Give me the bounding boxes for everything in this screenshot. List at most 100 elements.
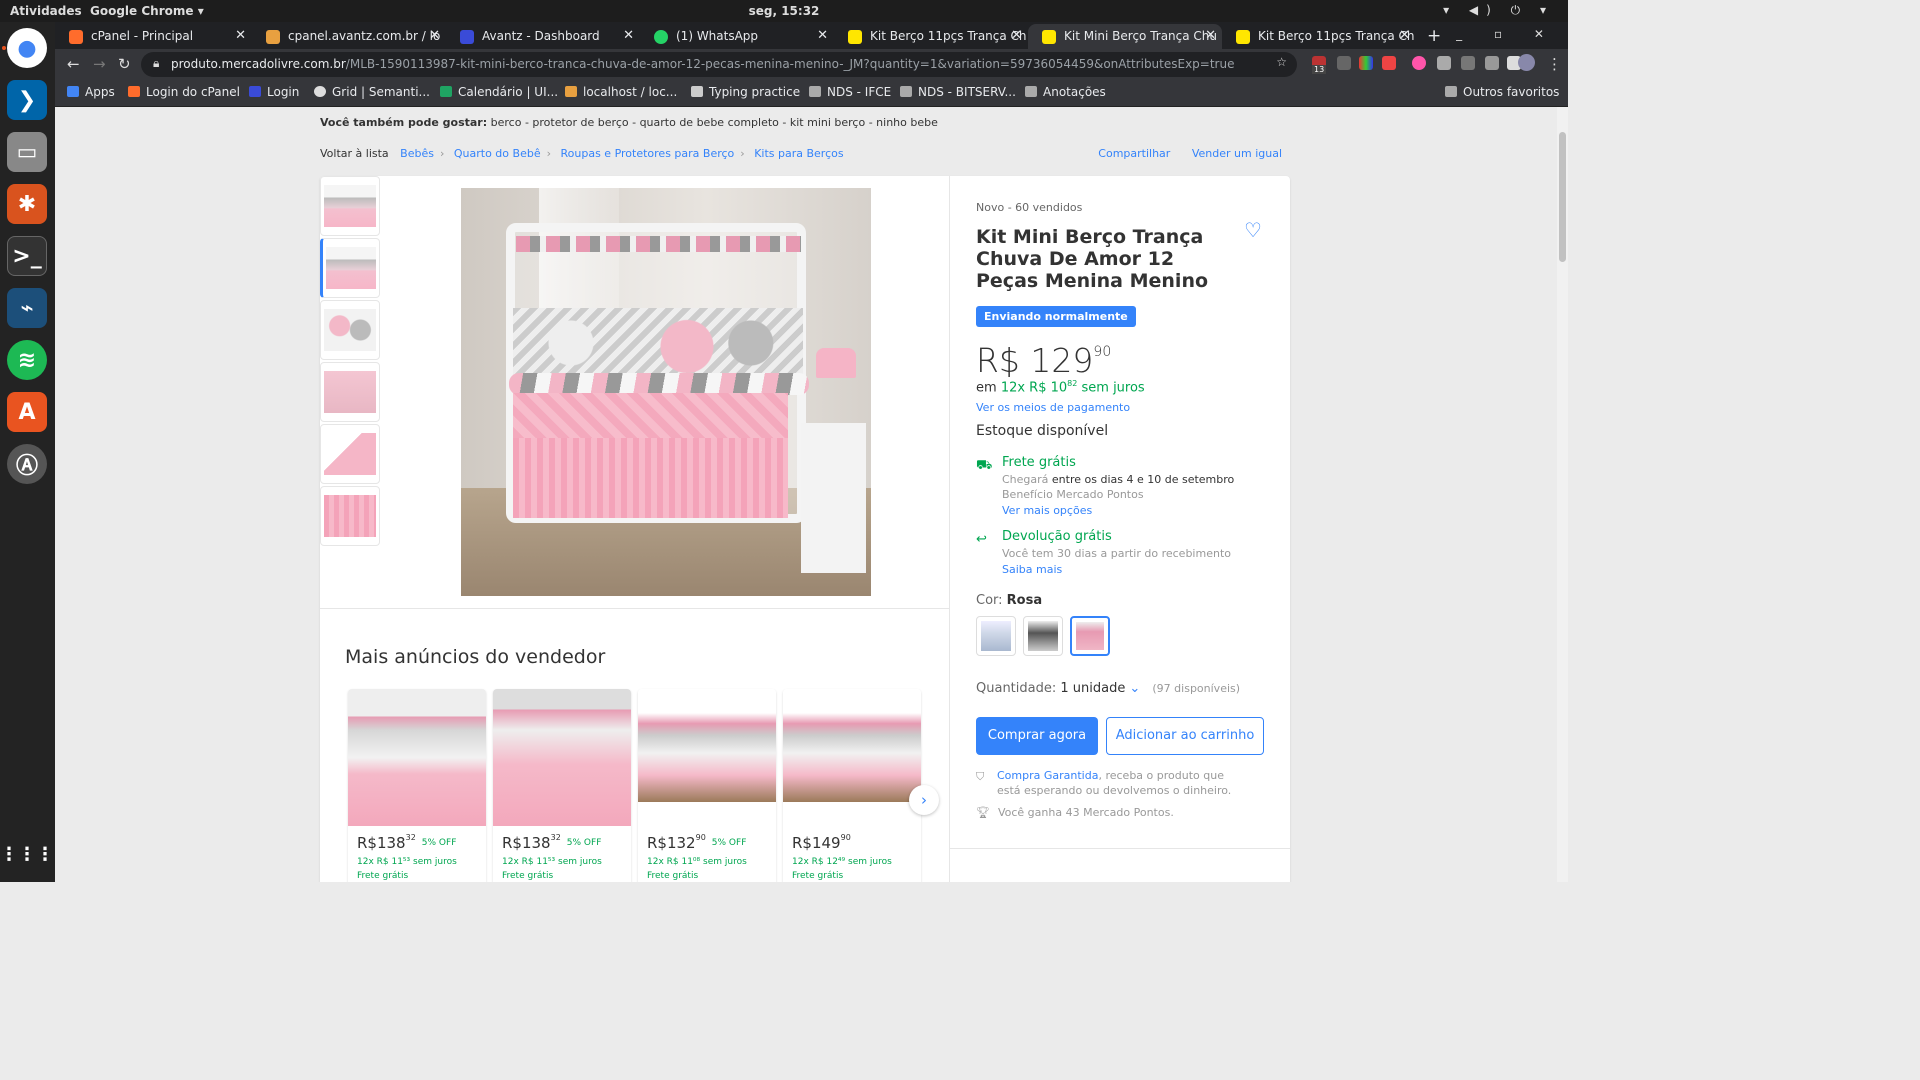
gallery-thumbnail[interactable]: [320, 486, 380, 546]
new-tab-button[interactable]: +: [1419, 24, 1449, 49]
gallery-thumbnail[interactable]: [320, 300, 380, 360]
bookmarks-bar: Apps Login do cPanel Login Grid | Semant…: [55, 80, 1568, 107]
folder-icon: [900, 86, 912, 97]
item-price-cents: 32: [405, 833, 416, 842]
guarantee-link[interactable]: Compra Garantida: [997, 769, 1098, 782]
also-like-links[interactable]: berco - protetor de berço - quarto de be…: [491, 116, 938, 129]
software-center-icon[interactable]: A: [7, 392, 47, 432]
spotify-icon[interactable]: ≋: [7, 340, 47, 380]
tab-mercadolivre-1[interactable]: Kit Berço 11pçs Trança Ch ✕: [834, 24, 1028, 49]
avantz-icon: [460, 30, 474, 44]
color-swatch-pink[interactable]: [1070, 616, 1110, 656]
system-tray[interactable]: ▾ ◀) ⏻ ▾: [1443, 3, 1554, 18]
settings-icon[interactable]: ✱: [7, 184, 47, 224]
seller-item-card[interactable]: R$13832 5% OFF 12x R$ 11⁵³ sem juros Fret…: [493, 689, 631, 882]
forward-icon[interactable]: →: [93, 55, 106, 73]
seller-item-card[interactable]: R$13832 5% OFF 12x R$ 11⁵³ sem juros Fret…: [348, 689, 486, 882]
clock[interactable]: seg, 15:32: [0, 4, 1568, 18]
carousel-next-icon[interactable]: ›: [909, 785, 939, 815]
favorite-heart-icon[interactable]: ♡: [1244, 218, 1262, 242]
avatar[interactable]: [1518, 54, 1535, 71]
color-picker-icon[interactable]: [1359, 56, 1373, 70]
extension-icon[interactable]: [1485, 56, 1499, 70]
color-swatch-blue[interactable]: [976, 616, 1016, 656]
bookmark-calendar[interactable]: Calendário | UI...: [440, 85, 558, 99]
tab-cpanel-avantz[interactable]: cpanel.avantz.com.br / lo ✕: [252, 24, 446, 49]
breadcrumb-item[interactable]: Roupas e Protetores para Berço: [561, 147, 735, 160]
bookmark-semantic[interactable]: Grid | Semanti...: [314, 85, 430, 99]
show-apps-icon[interactable]: ⋮⋮⋮: [0, 834, 54, 874]
menu-icon[interactable]: ⋮: [1547, 55, 1562, 73]
add-to-cart-button[interactable]: Adicionar ao carrinho: [1106, 717, 1264, 755]
bookmark-other[interactable]: Outros favoritos: [1445, 85, 1559, 99]
avantz-icon: [249, 86, 261, 97]
chrome-icon[interactable]: ●: [7, 28, 47, 68]
tab-cpanel[interactable]: cPanel - Principal ✕: [55, 24, 252, 49]
gear-icon[interactable]: [1437, 56, 1451, 70]
files-icon[interactable]: ▭: [7, 132, 47, 172]
scrollbar-thumb[interactable]: [1559, 132, 1566, 262]
address-bar[interactable]: 🔒︎ produto.mercadolivre.com.br/MLB-15901…: [141, 52, 1297, 77]
terminal-icon[interactable]: >_: [7, 236, 47, 276]
item-price-cents: 32: [550, 833, 561, 842]
bookmark-star-icon[interactable]: ☆: [1276, 55, 1287, 69]
quantity-selector[interactable]: Quantidade: 1 unidade ⌄ (97 disponíveis): [976, 681, 1240, 696]
tab-avantz-dashboard[interactable]: Avantz - Dashboard ✕: [446, 24, 640, 49]
close-icon[interactable]: ✕: [1399, 28, 1410, 43]
mysql-workbench-icon[interactable]: ⌁: [7, 288, 47, 328]
extension-icon[interactable]: [1382, 56, 1396, 70]
seller-item-card[interactable]: R$14990 12x R$ 12⁴⁹ sem juros Frete grát…: [783, 689, 921, 882]
close-icon[interactable]: ✕: [235, 28, 246, 43]
breadcrumb-item[interactable]: Kits para Berços: [754, 147, 843, 160]
updater-icon[interactable]: Ⓐ: [7, 444, 47, 484]
tab-mercadolivre-active[interactable]: Kit Mini Berço Trança Chu ✕: [1028, 24, 1222, 49]
bookmark-anotacoes[interactable]: Anotações: [1025, 85, 1106, 99]
return-more-link[interactable]: Saiba mais: [1002, 563, 1062, 576]
tab-mercadolivre-3[interactable]: Kit Berço 11pçs Trança Ch ✕: [1222, 24, 1416, 49]
truck-icon: ⛟: [976, 458, 993, 473]
extension-icon[interactable]: [1412, 56, 1426, 70]
share-link[interactable]: Compartilhar: [1098, 147, 1170, 160]
gallery-thumbnail-selected[interactable]: [320, 238, 380, 298]
breadcrumb-item[interactable]: Bebês: [400, 147, 434, 160]
breadcrumb-item[interactable]: Quarto do Bebê: [454, 147, 541, 160]
chevron-down-icon[interactable]: ⌄: [1129, 681, 1140, 696]
close-icon[interactable]: ✕: [1011, 28, 1022, 43]
vscode-icon[interactable]: ❯: [7, 80, 47, 120]
share-links: Compartilhar Vender um igual: [1098, 147, 1282, 160]
gallery-thumbnail[interactable]: [320, 176, 380, 236]
extension-icon[interactable]: [1337, 56, 1351, 70]
buy-now-button[interactable]: Comprar agora: [976, 717, 1098, 755]
back-icon[interactable]: ←: [67, 55, 80, 73]
gallery-thumbnail[interactable]: [320, 424, 380, 484]
semantic-icon: [314, 86, 326, 97]
close-icon[interactable]: ✕: [1205, 28, 1216, 43]
product-main-image[interactable]: [461, 188, 871, 596]
bookmark-typing[interactable]: Typing practice: [691, 85, 800, 99]
close-icon[interactable]: ✕: [817, 28, 828, 43]
tab-whatsapp[interactable]: (1) WhatsApp ✕: [640, 24, 834, 49]
bookmark-localhost[interactable]: localhost / loc...: [565, 85, 677, 99]
window-controls[interactable]: _ ▫ ✕: [1456, 27, 1558, 41]
also-like-label: Você também pode gostar:: [320, 116, 488, 129]
bookmark-nds-bitserv[interactable]: NDS - BITSERV...: [900, 85, 1016, 99]
back-to-list-link[interactable]: Voltar à lista: [320, 147, 389, 160]
quantity-value[interactable]: 1 unidade: [1060, 681, 1125, 696]
bookmark-login[interactable]: Login: [249, 85, 299, 99]
gallery-thumbnail[interactable]: [320, 362, 380, 422]
shipping-options-link[interactable]: Ver mais opções: [1002, 504, 1092, 517]
bookmark-apps[interactable]: Apps: [67, 85, 115, 99]
payment-methods-link[interactable]: Ver os meios de pagamento: [976, 401, 1130, 414]
item-installments: 12x R$ 11⁵³ sem juros: [357, 857, 457, 867]
color-swatch-gray[interactable]: [1023, 616, 1063, 656]
extension-icon[interactable]: [1461, 56, 1475, 70]
page-scrollbar[interactable]: [1557, 107, 1568, 882]
close-icon[interactable]: ✕: [623, 28, 634, 43]
bookmark-nds-ifce[interactable]: NDS - IFCE: [809, 85, 891, 99]
bookmark-cpanel-login[interactable]: Login do cPanel: [128, 85, 240, 99]
reload-icon[interactable]: ↻: [118, 55, 131, 73]
sell-same-link[interactable]: Vender um igual: [1192, 147, 1282, 160]
close-icon[interactable]: ✕: [429, 28, 440, 43]
seller-item-card[interactable]: R$13290 5% OFF 12x R$ 11⁰⁸ sem juros Fret…: [638, 689, 776, 882]
folder-icon: [1025, 86, 1037, 97]
